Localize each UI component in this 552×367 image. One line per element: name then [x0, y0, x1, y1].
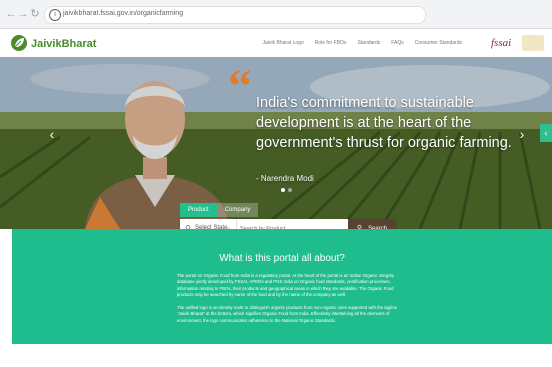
nav-link-faqs[interactable]: FAQs [391, 40, 404, 46]
hero-quote: India's commitment to sustainable develo… [256, 95, 512, 151]
tab-company[interactable]: Company [216, 203, 259, 217]
government-emblem [522, 35, 544, 51]
carousel-dot[interactable] [281, 188, 285, 192]
nav-link-standards[interactable]: Standards [357, 40, 380, 46]
about-paragraph: The portal on Organic Food from India is… [177, 273, 394, 297]
about-title: What is this portal all about? [219, 253, 345, 264]
hero-carousel: “ India's commitment to sustainable deve… [0, 57, 552, 229]
carousel-next-icon[interactable]: › [516, 125, 528, 143]
top-nav: Jaivik Bharat Logo Role for FBOs Standar… [263, 40, 462, 46]
leaf-logo-icon[interactable] [10, 34, 28, 52]
info-icon: i [49, 9, 61, 21]
nav-link-logo[interactable]: Jaivik Bharat Logo [263, 40, 304, 46]
tab-product[interactable]: Product [180, 203, 217, 217]
url-text: jaivikbharat.fssai.gov.in/organicfarming [63, 10, 184, 17]
search-tabs: Product Company [180, 203, 259, 217]
reload-icon[interactable]: ↻ [28, 7, 42, 21]
browser-toolbar: ← → ↻ i jaivikbharat.fssai.gov.in/organi… [0, 0, 552, 29]
carousel-dot[interactable] [288, 188, 292, 192]
quote-mark-icon: “ [228, 60, 252, 113]
site-logo-text[interactable]: JaivikBharat [31, 38, 96, 50]
nav-link-consumer-standards[interactable]: Consumer Standards [415, 40, 462, 46]
carousel-indicators [281, 188, 292, 192]
about-section: What is this portal all about? The porta… [12, 229, 552, 344]
nav-link-role-for-fbos[interactable]: Role for FBOs [315, 40, 347, 46]
side-feedback-tab[interactable]: ‹ [540, 124, 552, 142]
about-paragraph: The unified logo is an identity mark to … [177, 305, 397, 323]
hero-quote-author: - Narendra Modi [256, 174, 314, 183]
fssai-logo[interactable]: fssai [491, 35, 517, 51]
address-bar[interactable]: i jaivikbharat.fssai.gov.in/organicfarmi… [44, 6, 426, 24]
carousel-prev-icon[interactable]: ‹ [46, 125, 58, 143]
site-header: JaivikBharat Jaivik Bharat Logo Role for… [0, 29, 552, 57]
